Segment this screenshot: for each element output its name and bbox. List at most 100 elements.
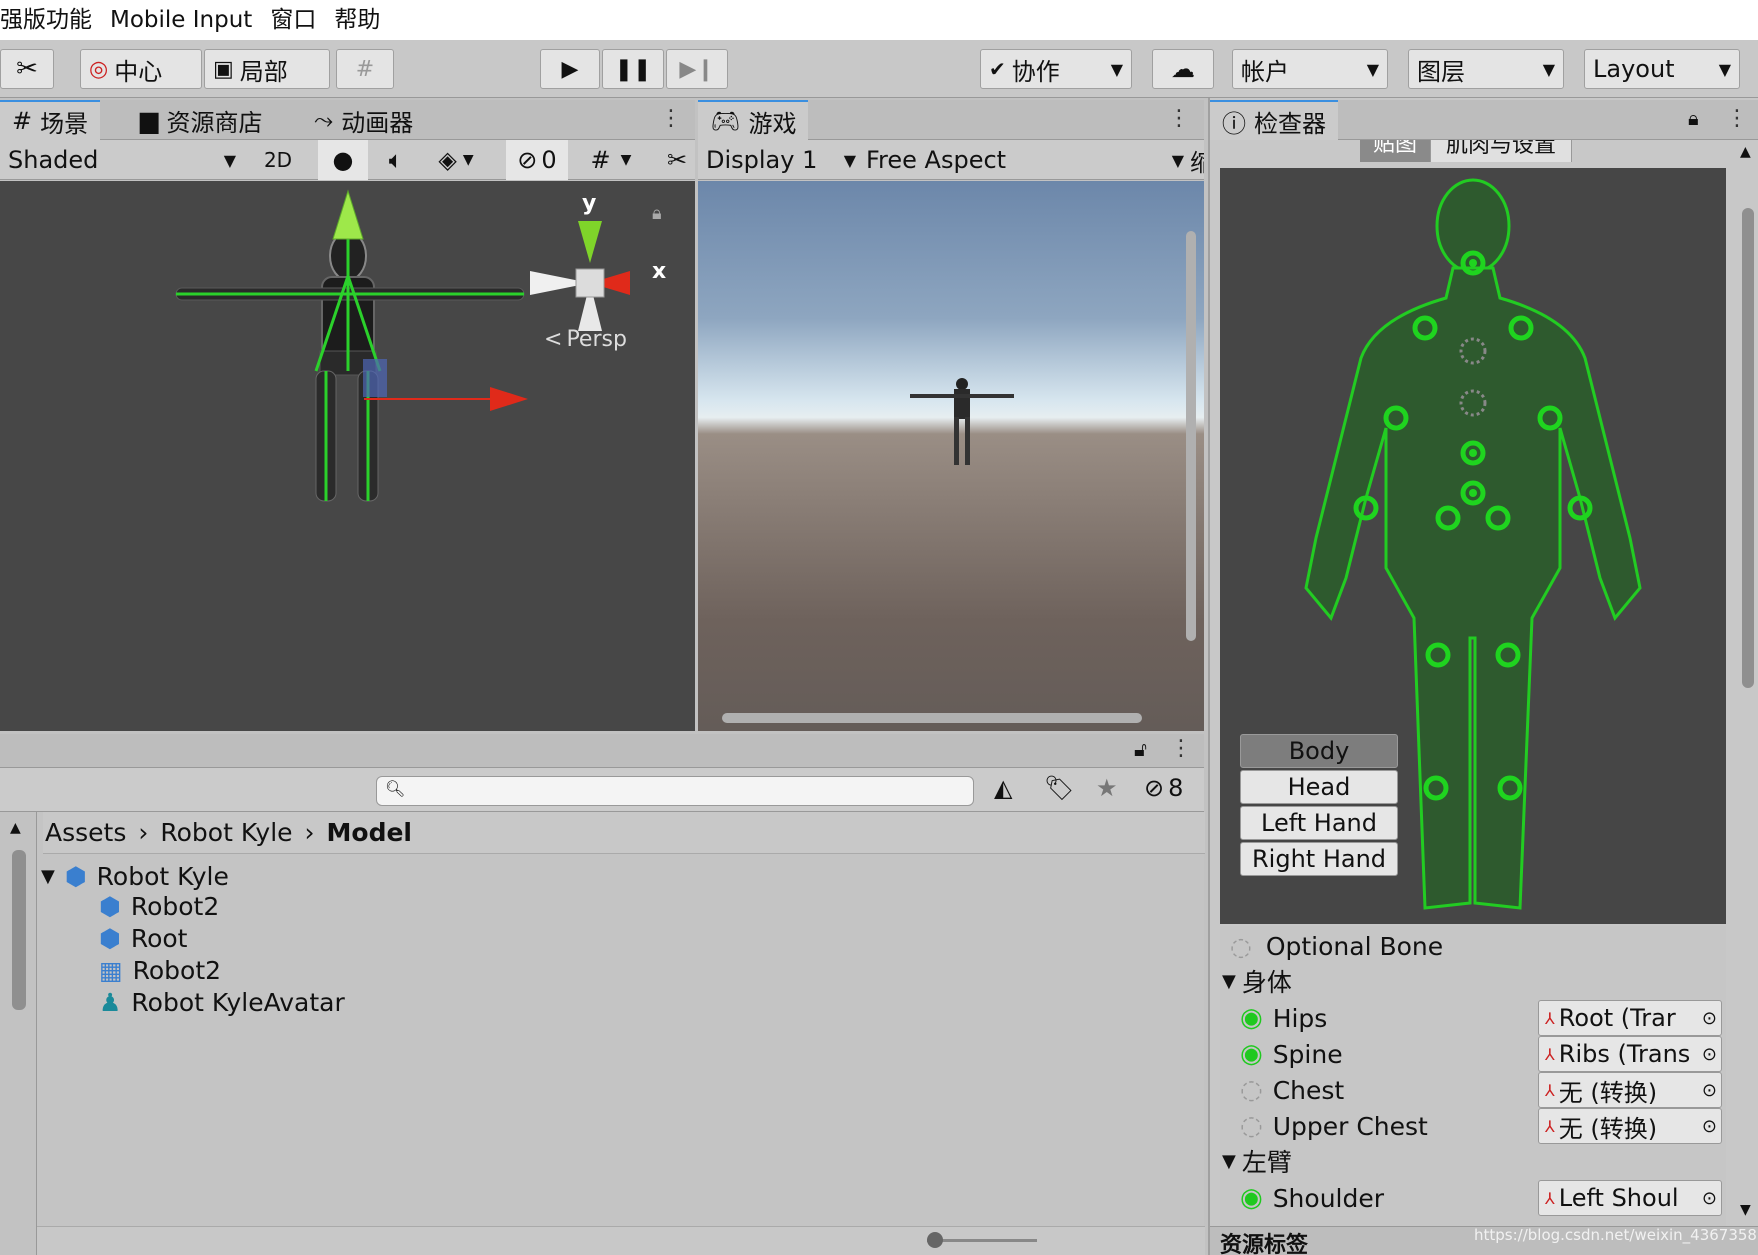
inspector-menu-icon[interactable]: ⋮ bbox=[1726, 106, 1748, 131]
step-button[interactable]: ▶❙ bbox=[666, 49, 728, 89]
play-button[interactable]: ▶ bbox=[540, 49, 600, 89]
x-axis-arrow-handle[interactable] bbox=[490, 387, 528, 411]
chevron-down-icon: ▼ bbox=[1366, 59, 1379, 79]
audio-toggle[interactable]: 🔈︎ bbox=[376, 140, 416, 180]
lock-icon[interactable]: 🔓︎ bbox=[1134, 737, 1147, 761]
favorites-star-icon[interactable]: ★ bbox=[1096, 774, 1118, 802]
scroll-up-icon[interactable]: ▲ bbox=[1740, 144, 1751, 160]
lighting-toggle[interactable]: ● bbox=[318, 140, 368, 180]
pause-button[interactable]: ❚❚ bbox=[602, 49, 664, 89]
right-hand-view-button[interactable]: Right Hand bbox=[1240, 842, 1398, 876]
breadcrumb-assets[interactable]: Assets bbox=[45, 818, 126, 847]
scene-view[interactable]: y x 🔒︎ < Persp bbox=[0, 181, 695, 731]
breadcrumb-model[interactable]: Model bbox=[327, 818, 412, 847]
pivot-center-label: 中心 bbox=[114, 57, 163, 86]
robot-model[interactable] bbox=[175, 189, 525, 502]
expand-arrow-icon[interactable]: ▼ bbox=[1222, 1151, 1236, 1172]
game-horizontal-scrollbar[interactable] bbox=[722, 713, 1142, 723]
display-dropdown[interactable]: Display 1 ▼ bbox=[706, 140, 856, 180]
body-view-button[interactable]: Body bbox=[1240, 734, 1398, 768]
head-view-button[interactable]: Head bbox=[1240, 770, 1398, 804]
bone-field-hips[interactable]: ⅄ Root (Trar ⊙ bbox=[1538, 1000, 1722, 1036]
tab-inspector[interactable]: ⓘ 检查器 bbox=[1210, 100, 1338, 140]
hidden-objects-toggle[interactable]: ⊘ 0 bbox=[506, 140, 568, 180]
snap-button[interactable]: # bbox=[336, 49, 394, 89]
game-vertical-scrollbar[interactable] bbox=[1186, 231, 1196, 641]
scene-menu-icon[interactable]: ⋮ bbox=[660, 106, 682, 131]
expand-arrow-icon[interactable]: ▼ bbox=[41, 866, 55, 887]
game-menu-icon[interactable]: ⋮ bbox=[1168, 106, 1190, 131]
tree-item-robot-kyle[interactable]: ▼ ⬢ Robot Kyle bbox=[41, 862, 229, 891]
tools-button[interactable]: ✂ bbox=[0, 49, 54, 89]
orientation-gizmo[interactable] bbox=[530, 221, 630, 331]
tree-item-robot2[interactable]: ⬢ Robot2 bbox=[99, 892, 219, 921]
project-left-scroll-thumb[interactable] bbox=[12, 850, 26, 1010]
tree-item-robot2-mesh[interactable]: ▦ Robot2 bbox=[99, 956, 221, 985]
search-input[interactable]: 🔍︎ bbox=[376, 776, 974, 806]
bone-field-shoulder[interactable]: ⅄ Left Shoul ⊙ bbox=[1538, 1180, 1722, 1216]
subtab-mapping[interactable]: 贴图 bbox=[1360, 140, 1430, 162]
project-left-scrollbar[interactable]: ▲ bbox=[8, 820, 30, 1255]
game-view[interactable] bbox=[698, 181, 1204, 731]
icon-size-slider[interactable] bbox=[927, 1232, 1037, 1248]
tab-animator[interactable]: ⤳ 动画器 bbox=[302, 100, 425, 140]
shading-dropdown[interactable]: Shaded ▼ bbox=[8, 140, 236, 180]
inspector-scrollbar[interactable]: ▲ ▼ bbox=[1738, 142, 1758, 1222]
menu-item-help[interactable]: 帮助 bbox=[334, 0, 380, 40]
pivot-local-button[interactable]: ▣ 局部 bbox=[204, 49, 330, 89]
account-dropdown[interactable]: 帐户 ▼ bbox=[1232, 49, 1388, 89]
section-left-arm[interactable]: ▼ 左臂 bbox=[1222, 1144, 1292, 1178]
object-picker-icon[interactable]: ⊙ bbox=[1702, 1044, 1717, 1065]
layers-dropdown[interactable]: 图层 ▼ bbox=[1408, 49, 1564, 89]
expand-arrow-icon[interactable]: ▼ bbox=[1222, 971, 1236, 992]
tree-item-avatar[interactable]: ♟ Robot KyleAvatar bbox=[99, 988, 345, 1017]
menu-item-window[interactable]: 窗口 bbox=[270, 0, 316, 40]
game-horizontal-scroll-thumb[interactable] bbox=[722, 713, 1142, 723]
layout-dropdown[interactable]: Layout ▼ bbox=[1584, 49, 1740, 89]
hidden-packages-toggle[interactable]: ⊘ 8 bbox=[1144, 774, 1183, 802]
object-picker-icon[interactable]: ⊙ bbox=[1702, 1008, 1717, 1029]
section-body[interactable]: ▼ 身体 bbox=[1222, 964, 1292, 998]
scroll-up-icon[interactable]: ▲ bbox=[10, 820, 21, 836]
object-picker-icon[interactable]: ⊙ bbox=[1702, 1080, 1717, 1101]
menu-item-enhanced[interactable]: 强版功能 bbox=[0, 0, 92, 40]
collab-dropdown[interactable]: ✔ 协作 ▼ bbox=[980, 49, 1132, 89]
tab-game[interactable]: 🎮︎ 游戏 bbox=[698, 100, 809, 140]
lock-icon[interactable]: 🔒︎ bbox=[652, 203, 662, 224]
pivot-center-button[interactable]: ◎ 中心 bbox=[80, 49, 202, 89]
bone-assigned-optional-icon: ◉ bbox=[1240, 1183, 1263, 1213]
grid-dropdown[interactable]: # ▼ bbox=[576, 140, 646, 180]
effects-dropdown[interactable]: ◈ ▼ bbox=[426, 140, 486, 180]
menu-item-mobile-input[interactable]: Mobile Input bbox=[110, 0, 252, 40]
bone-field-upper-chest[interactable]: ⅄ 无 (转换) ⊙ bbox=[1538, 1108, 1722, 1144]
scroll-down-icon[interactable]: ▼ bbox=[1740, 1202, 1751, 1218]
cloud-button[interactable]: ☁ bbox=[1152, 49, 1214, 89]
scene-viewport[interactable] bbox=[0, 181, 695, 731]
lock-icon[interactable]: 🔒︎ bbox=[1688, 106, 1699, 130]
bone-row-upper-chest: ◌ Upper Chest ⅄ 无 (转换) ⊙ bbox=[1240, 1108, 1722, 1144]
project-menu-icon[interactable]: ⋮ bbox=[1170, 736, 1192, 761]
tab-scene[interactable]: # 场景 bbox=[0, 100, 101, 140]
gizmo-tools-button[interactable]: ✂ bbox=[662, 140, 692, 180]
inspector-scroll-thumb[interactable] bbox=[1742, 208, 1754, 688]
tab-asset-store[interactable]: ▆ 资源商店 bbox=[128, 100, 274, 140]
chevron-down-icon: ▼ bbox=[1542, 59, 1555, 79]
breadcrumb-robot-kyle[interactable]: Robot Kyle bbox=[160, 818, 292, 847]
prefab-icon: ⬢ bbox=[99, 892, 121, 921]
icon-size-slider-thumb[interactable] bbox=[927, 1232, 943, 1248]
bone-field-spine[interactable]: ⅄ Ribs (Trans ⊙ bbox=[1538, 1036, 1722, 1072]
chevron-down-icon: ▼ bbox=[843, 150, 856, 170]
subtab-muscles[interactable]: 肌肉与设置 bbox=[1430, 140, 1572, 162]
gizmo-x-label: x bbox=[652, 259, 667, 284]
aspect-dropdown[interactable]: Free Aspect ▼ bbox=[866, 140, 1184, 180]
toggle-2d-button[interactable]: 2D bbox=[254, 140, 302, 180]
object-picker-icon[interactable]: ⊙ bbox=[1702, 1116, 1717, 1137]
tree-item-root[interactable]: ⬢ Root bbox=[99, 924, 187, 953]
bone-field-chest[interactable]: ⅄ 无 (转换) ⊙ bbox=[1538, 1072, 1722, 1108]
left-hand-view-button[interactable]: Left Hand bbox=[1240, 806, 1398, 840]
projection-toggle[interactable]: < Persp bbox=[544, 327, 627, 352]
object-picker-icon[interactable]: ⊙ bbox=[1702, 1188, 1717, 1209]
game-vertical-scroll-thumb[interactable] bbox=[1186, 231, 1196, 641]
filter-by-type-icon[interactable]: ◭ bbox=[994, 774, 1012, 802]
filter-by-label-icon[interactable]: 🏷︎ bbox=[1044, 774, 1074, 802]
